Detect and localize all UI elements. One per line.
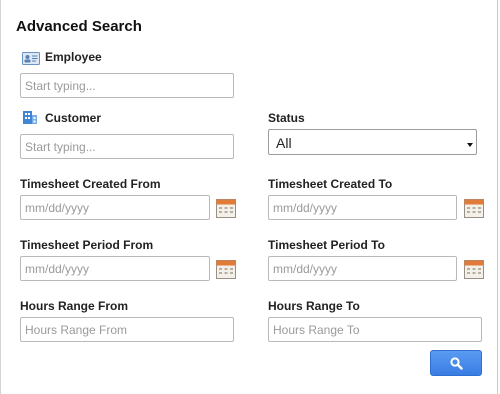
calendar-icon[interactable]	[216, 198, 236, 218]
page-title: Advanced Search	[16, 18, 142, 35]
timesheet-period-from-input[interactable]	[20, 256, 210, 281]
customer-input[interactable]	[20, 134, 234, 159]
hours-range-to-input[interactable]	[268, 317, 482, 342]
building-icon	[23, 111, 37, 124]
timesheet-created-from-input[interactable]	[20, 195, 210, 220]
employee-card-icon	[22, 52, 40, 65]
employee-input[interactable]	[20, 73, 234, 98]
search-icon	[450, 357, 463, 370]
panel-left-border	[0, 0, 1, 394]
customer-label: Customer	[45, 111, 102, 125]
hours-range-to-label: Hours Range To	[268, 299, 360, 313]
timesheet-created-to-label: Timesheet Created To	[268, 177, 393, 191]
status-selected-value: All	[276, 135, 292, 151]
timesheet-period-from-label: Timesheet Period From	[20, 238, 154, 252]
chevron-down-icon	[467, 143, 473, 147]
calendar-icon[interactable]	[464, 259, 484, 279]
status-select[interactable]: All	[268, 129, 477, 155]
status-label: Status	[268, 111, 305, 125]
search-button[interactable]	[430, 350, 482, 376]
timesheet-period-to-label: Timesheet Period To	[268, 238, 385, 252]
timesheet-period-to-input[interactable]	[268, 256, 457, 281]
hours-range-from-input[interactable]	[20, 317, 234, 342]
calendar-icon[interactable]	[464, 198, 484, 218]
hours-range-from-label: Hours Range From	[20, 299, 129, 313]
calendar-icon[interactable]	[216, 259, 236, 279]
panel-right-border	[497, 0, 498, 394]
timesheet-created-to-input[interactable]	[268, 195, 457, 220]
employee-label: Employee	[45, 50, 102, 64]
timesheet-created-from-label: Timesheet Created From	[20, 177, 161, 191]
